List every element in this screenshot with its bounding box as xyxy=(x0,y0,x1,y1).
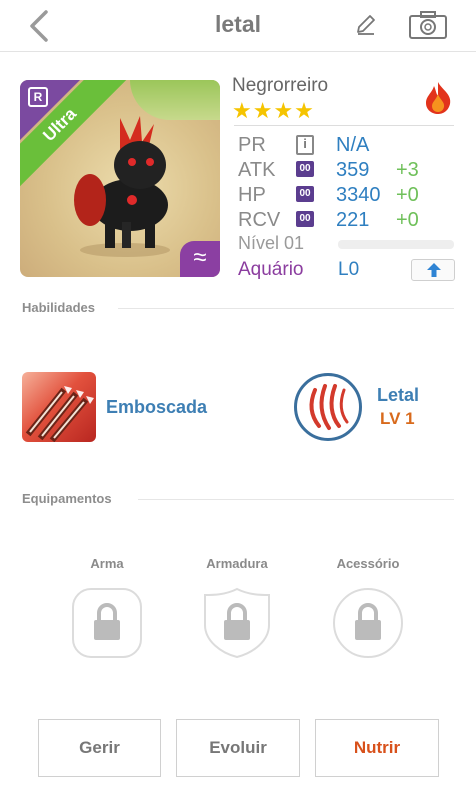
equipment-section-title: Equipamentos xyxy=(22,491,112,506)
stat-label: ATK xyxy=(238,159,276,181)
info-icon[interactable]: i xyxy=(296,135,314,155)
equip-label-weapon: Arma xyxy=(90,556,124,571)
stat-boost-icon: 00 xyxy=(296,161,314,177)
stat-label: HP xyxy=(238,184,266,206)
equip-slot-armor[interactable] xyxy=(201,587,273,659)
armor-slot-lock-icon xyxy=(204,587,270,659)
camera-icon xyxy=(409,11,447,39)
stat-bonus: +0 xyxy=(396,184,419,206)
weapon-slot-lock-icon xyxy=(72,588,142,658)
stat-value: N/A xyxy=(336,134,370,156)
monster-portrait[interactable]: R Ultra ≈ xyxy=(20,80,220,277)
edit-button[interactable] xyxy=(354,12,378,36)
pencil-icon xyxy=(357,15,375,35)
stat-value: 359 xyxy=(336,159,370,181)
passive-ability-name: Letal xyxy=(377,385,420,405)
aquarium-level: L0 xyxy=(338,259,360,280)
active-skill-tile[interactable] xyxy=(22,372,96,442)
arrow-up-icon xyxy=(427,263,441,277)
aquarium-upgrade-button[interactable] xyxy=(411,259,455,281)
stat-value: 221 xyxy=(336,209,370,231)
stat-label: RCV xyxy=(238,209,281,231)
stat-bonus: +3 xyxy=(396,159,419,181)
active-skill-name[interactable]: Emboscada xyxy=(106,397,207,418)
top-bar: letal xyxy=(0,0,476,52)
stat-boost-icon: 00 xyxy=(296,211,314,227)
fire-icon xyxy=(426,82,451,114)
stat-value: 3340 xyxy=(336,184,381,206)
ambush-skill-icon xyxy=(25,386,94,442)
water-waves-icon: ≈ xyxy=(180,241,220,277)
equip-label-accessory: Acessório xyxy=(336,556,400,571)
level-progress-bar xyxy=(338,240,454,249)
page-title: letal xyxy=(214,11,262,37)
equip-slot-weapon[interactable] xyxy=(71,587,143,659)
stat-boost-icon: 00 xyxy=(296,186,314,202)
equip-label-armor: Armadura xyxy=(206,556,268,571)
card-divider xyxy=(234,125,454,126)
camera-button[interactable] xyxy=(408,10,448,40)
passive-ability-icon[interactable] xyxy=(294,373,362,441)
monster-name: Negrorreiro xyxy=(232,75,329,96)
feed-button[interactable]: Nutrir xyxy=(315,719,439,777)
claw-marks-icon xyxy=(309,384,349,430)
aquarium-label: Aquário xyxy=(238,259,304,280)
accessory-slot-lock-icon xyxy=(333,588,403,658)
evolve-button[interactable]: Evoluir xyxy=(176,719,300,777)
level-label: Nível 01 xyxy=(238,233,305,253)
star-rating: ★★★★ xyxy=(232,98,315,123)
stat-label: PR xyxy=(238,134,266,156)
equip-slot-accessory[interactable] xyxy=(332,587,404,659)
abilities-section-title: Habilidades xyxy=(22,300,95,315)
stat-bonus: +0 xyxy=(396,209,419,231)
manage-button[interactable]: Gerir xyxy=(38,719,161,777)
rarity-badge: R xyxy=(28,87,48,107)
section-divider xyxy=(138,499,454,500)
passive-ability-level: LV 1 xyxy=(380,409,415,428)
section-divider xyxy=(118,308,454,309)
